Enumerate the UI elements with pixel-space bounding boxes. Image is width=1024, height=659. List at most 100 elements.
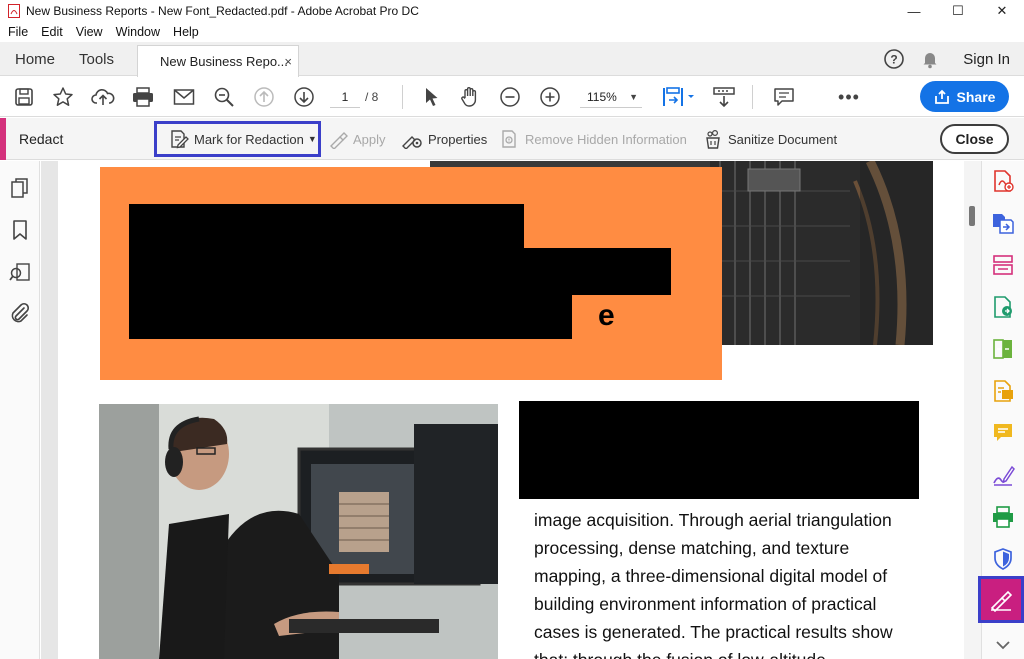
mark-for-redaction-button[interactable]: Mark for Redaction ▼	[169, 118, 317, 160]
chevron-down-icon[interactable]	[991, 633, 1015, 657]
fit-page-icon[interactable]	[660, 77, 696, 117]
share-icon	[934, 89, 950, 105]
zoom-search-icon[interactable]	[212, 77, 236, 117]
share-button[interactable]: Share	[920, 81, 1009, 112]
page-number-input[interactable]: 1	[330, 86, 360, 108]
zoom-select[interactable]: 115% ▼	[580, 86, 642, 108]
properties-button[interactable]: Properties	[401, 118, 487, 160]
window-title: New Business Reports - New Font_Redacted…	[26, 4, 419, 18]
hand-tool-icon[interactable]	[458, 77, 482, 117]
properties-icon	[401, 129, 423, 149]
redaction-box	[519, 401, 919, 499]
select-cursor-icon[interactable]	[420, 77, 442, 117]
svg-text:?: ?	[891, 53, 898, 67]
cloud-upload-icon[interactable]	[91, 77, 115, 117]
sanitize-document-button[interactable]: Sanitize Document	[703, 118, 837, 160]
attachments-search-icon[interactable]	[9, 261, 31, 283]
bookmark-icon[interactable]	[9, 219, 31, 241]
edit-pdf-icon[interactable]	[991, 295, 1015, 319]
title-bar: New Business Reports - New Font_Redacted…	[0, 0, 1024, 22]
pages-icon[interactable]	[9, 177, 31, 199]
body-line: processing, dense matching, and texture	[534, 534, 954, 562]
body-line: cases is generated. The practical result…	[534, 618, 954, 646]
menu-edit[interactable]: Edit	[41, 25, 63, 39]
tab-bar: Home Tools New Business Repo... × ? Sign…	[0, 42, 1024, 76]
body-line: that: through the fusion of low-altitude	[534, 646, 954, 659]
comment-doc-icon[interactable]	[991, 379, 1015, 403]
compress-icon[interactable]	[991, 337, 1015, 361]
tab-tools[interactable]: Tools	[79, 42, 114, 76]
print-production-icon[interactable]	[991, 505, 1015, 529]
sign-in-link[interactable]: Sign In	[963, 51, 1010, 68]
close-window-button[interactable]: ✕	[980, 0, 1024, 22]
apply-label: Apply	[353, 132, 386, 147]
protect-icon[interactable]	[991, 547, 1015, 571]
tab-document[interactable]: New Business Repo... ×	[137, 45, 299, 77]
share-label: Share	[957, 89, 996, 105]
redact-tool-active[interactable]	[978, 576, 1024, 623]
comment-icon[interactable]	[772, 77, 796, 117]
star-icon[interactable]	[51, 77, 75, 117]
remove-hidden-icon	[500, 129, 520, 149]
page-up-icon[interactable]	[252, 77, 276, 117]
tab-home[interactable]: Home	[15, 42, 55, 76]
main-toolbar: 1 / 8 115% ▼ ••• Share	[0, 77, 1024, 117]
minimize-button[interactable]: —	[892, 0, 936, 22]
sanitize-label: Sanitize Document	[728, 132, 837, 147]
paperclip-icon[interactable]	[9, 302, 31, 324]
toolbar-divider	[402, 85, 403, 109]
man-at-computer-photo	[99, 404, 498, 659]
fill-sign-icon[interactable]	[991, 463, 1015, 487]
more-options-icon[interactable]: •••	[836, 77, 862, 117]
acrobat-icon	[8, 4, 20, 18]
apply-brush-icon	[328, 129, 348, 149]
apply-button[interactable]: Apply	[328, 118, 386, 160]
chevron-down-icon: ▼	[308, 134, 317, 144]
tab-close-icon[interactable]: ×	[284, 54, 292, 69]
remove-hidden-label: Remove Hidden Information	[525, 132, 687, 147]
scroll-mode-icon[interactable]	[712, 77, 736, 117]
redact-toolbar: Redact Mark for Redaction ▼ Apply Proper…	[0, 118, 1024, 160]
zoom-in-icon[interactable]	[538, 77, 562, 117]
page-total: / 8	[365, 86, 378, 108]
scrollbar-thumb[interactable]	[969, 206, 975, 226]
close-redact-button[interactable]: Close	[940, 124, 1009, 154]
zoom-out-icon[interactable]	[498, 77, 522, 117]
body-paragraph: image acquisition. Through aerial triang…	[534, 506, 954, 659]
menu-window[interactable]: Window	[116, 25, 160, 39]
body-line: image acquisition. Through aerial triang…	[534, 506, 954, 534]
left-navigation-rail	[0, 161, 40, 659]
menu-view[interactable]: View	[76, 25, 103, 39]
menu-file[interactable]: File	[8, 25, 28, 39]
remove-hidden-info-button[interactable]: Remove Hidden Information	[500, 118, 687, 160]
tab-document-label: New Business Repo...	[160, 54, 288, 69]
mark-for-redaction-label: Mark for Redaction	[194, 132, 304, 147]
sanitize-icon	[703, 129, 723, 149]
print-icon[interactable]	[131, 77, 155, 117]
email-icon[interactable]	[172, 77, 196, 117]
redact-tool-label: Redact	[19, 118, 63, 160]
toolbar-divider	[752, 85, 753, 109]
export-pdf-icon[interactable]	[991, 211, 1015, 235]
right-tools-rail	[981, 161, 1024, 659]
menu-bar: File Edit View Window Help	[0, 22, 1024, 42]
properties-label: Properties	[428, 132, 487, 147]
page-down-icon[interactable]	[292, 77, 316, 117]
redact-icon	[989, 588, 1013, 612]
organize-pages-icon[interactable]	[991, 253, 1015, 277]
help-icon[interactable]: ?	[883, 48, 905, 70]
redaction-box	[129, 293, 572, 339]
title-fragment: e	[598, 299, 615, 333]
redaction-box	[129, 248, 671, 295]
chevron-down-icon: ▼	[629, 86, 638, 108]
body-line: mapping, a three-dimensional digital mod…	[534, 562, 954, 590]
notifications-bell-icon[interactable]	[919, 48, 941, 70]
menu-help[interactable]: Help	[173, 25, 199, 39]
redaction-box	[129, 204, 524, 250]
comment-icon[interactable]	[991, 421, 1015, 445]
zoom-value: 115%	[587, 90, 617, 104]
create-pdf-icon[interactable]	[991, 169, 1015, 193]
body-line: building environment information of prac…	[534, 590, 954, 618]
maximize-button[interactable]: ☐	[936, 0, 980, 22]
save-icon[interactable]	[12, 77, 36, 117]
